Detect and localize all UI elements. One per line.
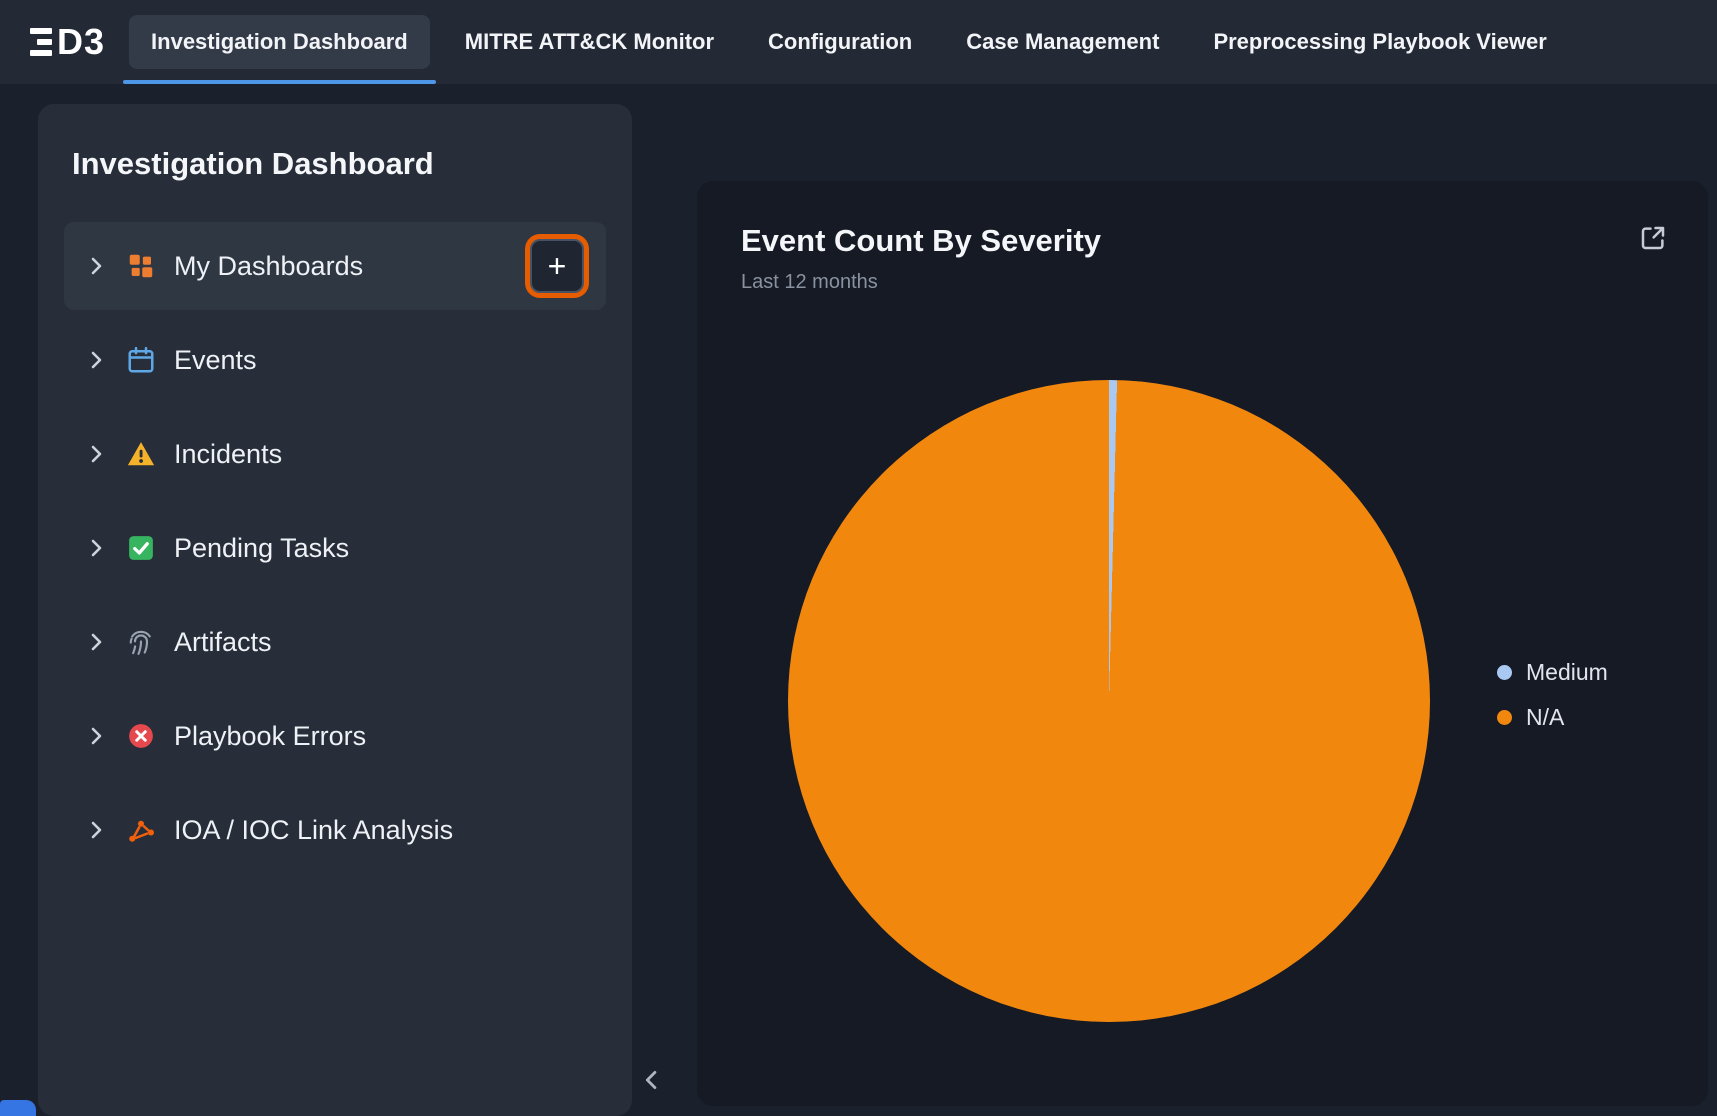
sidebar-item-label: Pending Tasks (174, 533, 592, 564)
tab-mitre-attck-monitor[interactable]: MITRE ATT&CK Monitor (438, 0, 741, 84)
tab-investigation-dashboard[interactable]: Investigation Dashboard (121, 0, 438, 84)
chevron-left-icon (638, 1066, 666, 1094)
link-network-icon (126, 815, 156, 845)
tab-label: Configuration (768, 15, 912, 69)
widget-title: Event Count By Severity (741, 223, 1664, 259)
tab-configuration[interactable]: Configuration (741, 0, 939, 84)
collapse-sidebar-button[interactable] (632, 1060, 672, 1100)
sidebar-item-playbook-errors[interactable]: Playbook Errors (64, 692, 606, 780)
tab-label: Case Management (966, 15, 1159, 69)
tab-preprocessing-playbook-viewer[interactable]: Preprocessing Playbook Viewer (1186, 0, 1573, 84)
chart-legend: Medium N/A (1497, 659, 1608, 731)
fingerprint-icon (126, 627, 156, 657)
severity-pie[interactable] (788, 380, 1430, 1022)
sidebar-item-incidents[interactable]: Incidents (64, 410, 606, 498)
sidebar-item-ioa-ioc-link-analysis[interactable]: IOA / IOC Link Analysis (64, 786, 606, 874)
sidebar-item-pending-tasks[interactable]: Pending Tasks (64, 504, 606, 592)
warning-triangle-icon (126, 439, 156, 469)
legend-label: N/A (1526, 704, 1564, 731)
check-square-icon (126, 533, 156, 563)
legend-item-na[interactable]: N/A (1497, 704, 1608, 731)
d3-logo-icon (30, 28, 52, 56)
chevron-right-icon (84, 818, 108, 842)
chevron-right-icon (84, 536, 108, 560)
sidebar-item-label: Incidents (174, 439, 592, 470)
sidebar-title: Investigation Dashboard (72, 146, 606, 182)
error-circle-icon (126, 721, 156, 751)
chevron-right-icon (84, 348, 108, 372)
legend-label: Medium (1526, 659, 1608, 686)
tab-label: Preprocessing Playbook Viewer (1213, 15, 1546, 69)
tab-label: Investigation Dashboard (129, 15, 430, 69)
open-in-new-icon[interactable] (1636, 221, 1670, 255)
chevron-right-icon (84, 724, 108, 748)
tab-case-management[interactable]: Case Management (939, 0, 1186, 84)
legend-dot (1497, 710, 1512, 725)
chevron-right-icon (84, 630, 108, 654)
chevron-right-icon (84, 254, 108, 278)
dashboards-grid-icon (126, 251, 156, 281)
sidebar-item-label: Playbook Errors (174, 721, 592, 752)
sidebar-item-label: Artifacts (174, 627, 592, 658)
sidebar-item-my-dashboards[interactable]: My Dashboards + (64, 222, 606, 310)
sidebar-item-artifacts[interactable]: Artifacts (64, 598, 606, 686)
d3-logo-text: D3 (57, 21, 105, 63)
sidebar-item-label: Events (174, 345, 592, 376)
event-count-by-severity-widget: Event Count By Severity Last 12 months M… (697, 181, 1708, 1106)
top-nav: D3 Investigation Dashboard MITRE ATT&CK … (0, 0, 1717, 84)
legend-item-medium[interactable]: Medium (1497, 659, 1608, 686)
legend-dot (1497, 665, 1512, 680)
tab-label: MITRE ATT&CK Monitor (465, 15, 714, 69)
investigation-sidebar: Investigation Dashboard My Dashboards + … (38, 104, 632, 1116)
add-dashboard-button[interactable]: + (530, 239, 584, 293)
sidebar-item-label: IOA / IOC Link Analysis (174, 815, 592, 846)
calendar-icon (126, 345, 156, 375)
sidebar-item-events[interactable]: Events (64, 316, 606, 404)
nav-tabs: Investigation Dashboard MITRE ATT&CK Mon… (121, 0, 1574, 84)
chevron-right-icon (84, 442, 108, 466)
sidebar-item-label: My Dashboards (174, 251, 512, 282)
widget-subtitle: Last 12 months (741, 271, 1664, 294)
d3-logo[interactable]: D3 (30, 21, 105, 63)
bottom-left-accent (0, 1100, 36, 1116)
